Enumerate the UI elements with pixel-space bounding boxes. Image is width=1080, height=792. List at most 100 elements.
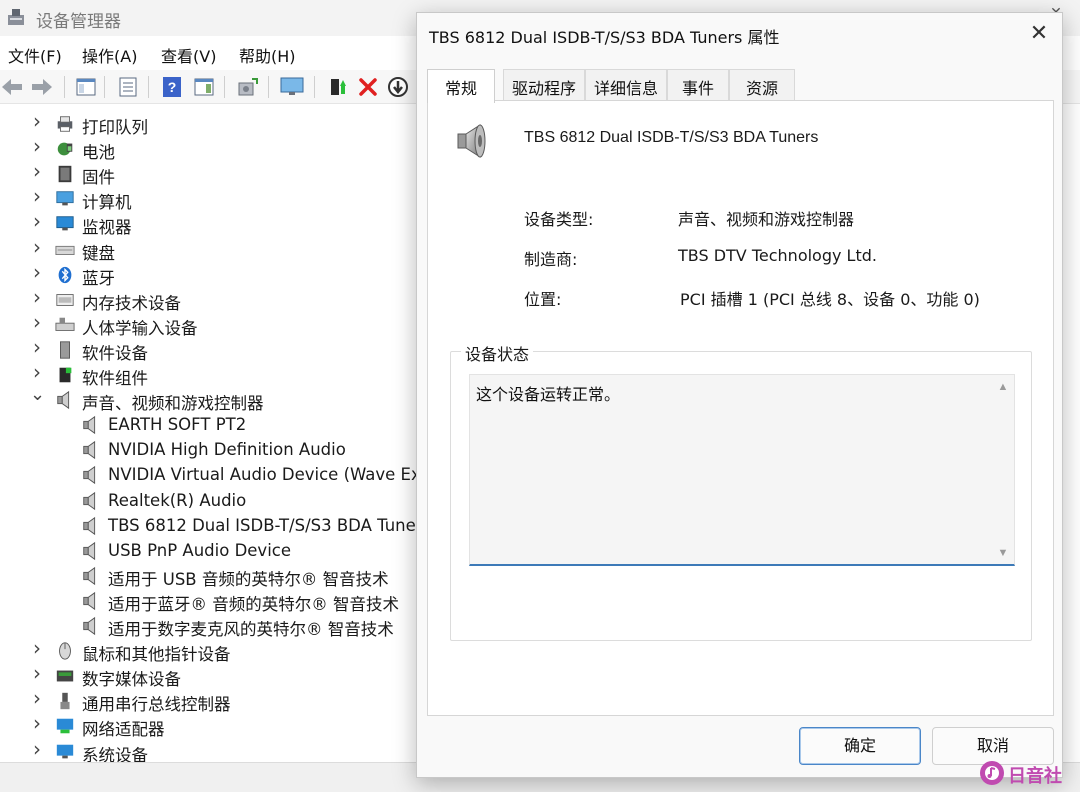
monitor-display-icon[interactable] — [280, 75, 304, 99]
tree-item-label: 通用串行总线控制器 — [82, 695, 231, 715]
tree-item-label: 监视器 — [82, 218, 132, 238]
speaker-icon — [83, 416, 96, 435]
tree-item-label: 系统设备 — [82, 745, 148, 763]
tree-category[interactable]: › 固件 — [0, 161, 420, 188]
chevron-right-icon[interactable]: › — [30, 362, 44, 382]
tab-resources[interactable]: 资源 — [729, 69, 795, 101]
tree-device[interactable]: EARTH SOFT PT2 — [0, 413, 420, 438]
tree-item-label: NVIDIA Virtual Audio Device (Wave Exte — [108, 465, 420, 485]
device-status-textbox[interactable]: 这个设备运转正常。 ▲ ▼ — [469, 374, 1015, 566]
menu-view[interactable]: 查看(V) — [161, 43, 216, 67]
chevron-right-icon[interactable]: › — [30, 237, 44, 257]
tree-category[interactable]: › 网络适配器 — [0, 713, 420, 740]
window-title: 设备管理器 — [36, 12, 121, 32]
chevron-right-icon[interactable]: › — [30, 739, 44, 759]
status-scrollbar[interactable]: ▲ ▼ — [994, 379, 1012, 561]
tree-item-label: 鼠标和其他指针设备 — [82, 645, 231, 665]
chevron-right-icon[interactable]: › — [30, 211, 44, 231]
menu-action[interactable]: 操作(A) — [82, 43, 137, 67]
chevron-right-icon[interactable]: › — [30, 262, 44, 282]
show-hide-console-tree-icon[interactable] — [74, 75, 98, 99]
action-pane-icon[interactable] — [192, 75, 216, 99]
tree-item-label: 内存技术设备 — [82, 293, 181, 313]
tree-device[interactable]: 适用于数字麦克风的英特尔® 智音技术 — [0, 614, 420, 639]
speaker-icon — [83, 466, 96, 485]
battery-icon — [57, 142, 73, 156]
scroll-down-icon[interactable]: ▼ — [996, 547, 1010, 559]
tree-category[interactable]: › 键盘 — [0, 237, 420, 263]
device-type-label: 设备类型: — [524, 210, 594, 229]
properties-icon[interactable] — [116, 75, 140, 99]
tree-category[interactable]: › 软件设备 — [0, 337, 420, 363]
tree-item-label: 网络适配器 — [82, 720, 165, 740]
tab-general[interactable]: 常规 — [427, 69, 495, 103]
tree-device[interactable]: TBS 6812 Dual ISDB-T/S/S3 BDA Tuners — [0, 514, 420, 539]
tree-item-label: TBS 6812 Dual ISDB-T/S/S3 BDA Tuners — [108, 515, 420, 535]
tree-category[interactable]: › 计算机 — [0, 186, 420, 212]
tree-item-label: 固件 — [82, 168, 115, 188]
software-device-icon — [60, 341, 70, 359]
tab-details[interactable]: 详细信息 — [585, 69, 667, 101]
tree-category[interactable]: › 内存技术设备 — [0, 287, 420, 313]
tree-device[interactable]: USB PnP Audio Device — [0, 539, 420, 564]
help-icon[interactable]: ? — [160, 75, 184, 99]
chevron-right-icon[interactable]: › — [30, 161, 44, 181]
tree-category[interactable]: › 打印队列 — [0, 112, 420, 137]
tree-device[interactable]: NVIDIA High Definition Audio — [0, 438, 420, 463]
uninstall-device-icon[interactable] — [356, 75, 380, 99]
tree-item-label: USB PnP Audio Device — [108, 540, 291, 560]
chevron-right-icon[interactable]: › — [30, 312, 44, 332]
tree-category[interactable]: › 通用串行总线控制器 — [0, 688, 420, 715]
chevron-right-icon[interactable]: › — [30, 337, 44, 357]
tree-category[interactable]: › 系统设备 — [0, 739, 420, 763]
tree-device[interactable]: 适用于 USB 音频的英特尔® 智音技术 — [0, 564, 420, 589]
tree-category[interactable]: › 蓝牙 — [0, 262, 420, 288]
speaker-icon — [83, 616, 96, 636]
tree-device[interactable]: 适用于蓝牙® 音频的英特尔® 智音技术 — [0, 589, 420, 614]
tree-category[interactable]: › 鼠标和其他指针设备 — [0, 638, 420, 665]
tree-item-label: 电池 — [82, 143, 115, 163]
hid-icon — [55, 317, 75, 331]
speaker-icon — [57, 391, 70, 410]
tree-category[interactable]: › 电池 — [0, 136, 420, 163]
scan-hardware-icon[interactable] — [236, 75, 260, 99]
chevron-right-icon[interactable]: › — [30, 186, 44, 206]
dialog-title: TBS 6812 Dual ISDB-T/S/S3 BDA Tuners 属性 — [429, 28, 780, 47]
dialog-tabs: 常规 驱动程序 详细信息 事件 资源 — [427, 69, 1054, 103]
tree-item-label: 键盘 — [82, 243, 115, 263]
chevron-right-icon[interactable]: › — [30, 638, 44, 658]
update-driver-icon[interactable] — [326, 75, 350, 99]
chevron-right-icon[interactable]: › — [30, 688, 44, 708]
disable-device-icon[interactable] — [386, 75, 410, 99]
chevron-down-icon[interactable]: ⌄ — [30, 385, 45, 405]
tree-item-label: 适用于 USB 音频的英特尔® 智音技术 — [108, 569, 389, 589]
location-value: PCI 插槽 1 (PCI 总线 8、设备 0、功能 0) — [680, 290, 980, 309]
tab-driver[interactable]: 驱动程序 — [503, 69, 585, 101]
tab-events[interactable]: 事件 — [667, 69, 729, 101]
chevron-right-icon[interactable]: › — [30, 287, 44, 307]
speaker-icon — [83, 441, 96, 460]
tree-item-label: 数字媒体设备 — [82, 670, 181, 690]
svg-text:?: ? — [168, 79, 177, 95]
chevron-right-icon[interactable]: › — [30, 663, 44, 683]
tree-category[interactable]: › 软件组件 — [0, 362, 420, 388]
tree-device[interactable]: NVIDIA Virtual Audio Device (Wave Exte — [0, 463, 420, 488]
chevron-right-icon[interactable]: › — [30, 136, 44, 156]
tree-device[interactable]: Realtek(R) Audio — [0, 489, 420, 514]
chevron-right-icon[interactable]: › — [30, 112, 44, 131]
forward-arrow-icon[interactable] — [30, 75, 54, 99]
close-icon[interactable]: ✕ — [1023, 19, 1055, 47]
tree-category[interactable]: › 数字媒体设备 — [0, 663, 420, 690]
back-arrow-icon[interactable] — [0, 75, 24, 99]
scroll-up-icon[interactable]: ▲ — [996, 381, 1010, 393]
tree-category[interactable]: ⌄ 声音、视频和游戏控制器 — [0, 385, 420, 414]
device-type-value: 声音、视频和游戏控制器 — [678, 210, 855, 229]
ok-button[interactable]: 确定 — [799, 727, 921, 765]
menu-file[interactable]: 文件(F) — [8, 43, 62, 67]
chevron-right-icon[interactable]: › — [30, 713, 44, 733]
tree-category[interactable]: › 监视器 — [0, 211, 420, 238]
tree-category[interactable]: › 人体学输入设备 — [0, 312, 420, 338]
usb-icon — [60, 693, 70, 710]
tree-item-label: 适用于蓝牙® 音频的英特尔® 智音技术 — [108, 594, 399, 614]
menu-help[interactable]: 帮助(H) — [239, 43, 296, 67]
